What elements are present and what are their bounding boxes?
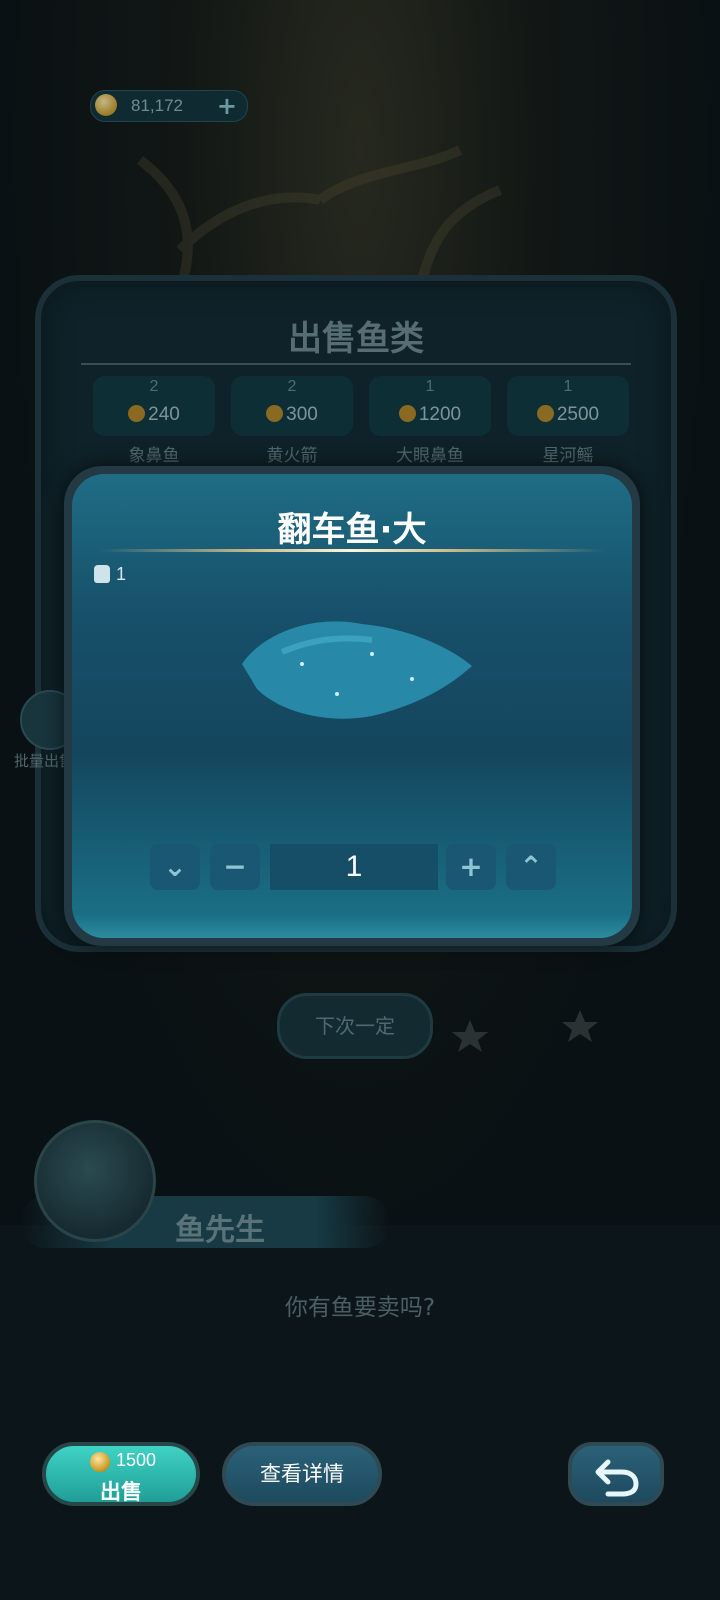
coin-icon bbox=[266, 405, 284, 422]
title-divider bbox=[100, 549, 604, 552]
fish-detail-modal: 翻车鱼·大 1 ⌄ − 1 + ⌃ bbox=[64, 466, 640, 946]
view-details-button[interactable]: 查看详情 bbox=[222, 1442, 382, 1506]
fish-price: 300 bbox=[286, 404, 318, 425]
dialogue-box bbox=[0, 1225, 720, 1600]
maybe-next-time-button[interactable]: 下次一定 bbox=[277, 993, 433, 1059]
back-button[interactable] bbox=[568, 1442, 664, 1506]
panel-title: 出售鱼类 bbox=[288, 319, 424, 359]
fish-name: 大眼鼻鱼 bbox=[396, 446, 464, 466]
sell-price: 1500 bbox=[116, 1450, 157, 1470]
fish-item[interactable]: 1 1200 bbox=[369, 376, 491, 436]
owned-count: 1 bbox=[94, 564, 126, 585]
sell-button[interactable]: 1500 出售 bbox=[42, 1442, 200, 1506]
fish-name: 象鼻鱼 bbox=[128, 446, 180, 466]
fish-price: 2500 bbox=[556, 404, 600, 425]
min-button[interactable]: ⌄ bbox=[150, 844, 200, 890]
max-button[interactable]: ⌃ bbox=[506, 844, 556, 890]
coin-icon bbox=[536, 405, 554, 422]
npc-avatar bbox=[34, 1120, 156, 1242]
quantity-value[interactable]: 1 bbox=[270, 844, 438, 890]
modal-body: 翻车鱼·大 1 ⌄ − 1 + ⌃ bbox=[72, 474, 632, 938]
plus-icon[interactable]: + bbox=[217, 92, 237, 120]
coin-icon bbox=[95, 94, 117, 116]
fish-count: 2 bbox=[287, 378, 297, 395]
fish-count: 1 bbox=[425, 378, 435, 395]
fish-item[interactable]: 1 2500 bbox=[507, 376, 629, 436]
coin-icon bbox=[398, 405, 416, 422]
sell-label: 出售 bbox=[100, 1480, 142, 1504]
minus-button[interactable]: − bbox=[210, 844, 260, 890]
modal-title: 翻车鱼·大 bbox=[277, 510, 427, 550]
fish-item[interactable]: 2 300 bbox=[231, 376, 353, 436]
fish-count: 2 bbox=[149, 378, 159, 395]
tree-silhouette bbox=[136, 145, 502, 290]
fish-name: 星河鳐 bbox=[542, 446, 594, 466]
coin-balance: 81,172 + bbox=[90, 90, 248, 122]
bag-icon bbox=[94, 565, 110, 583]
fish-item[interactable]: 2 240 bbox=[93, 376, 215, 436]
divider bbox=[81, 363, 631, 365]
quantity-stepper: ⌄ − 1 + ⌃ bbox=[150, 844, 558, 890]
fish-name: 黄火箭 bbox=[266, 446, 318, 466]
undo-arrow-icon bbox=[595, 1459, 639, 1497]
speaker-name: 鱼先生 bbox=[175, 1213, 265, 1248]
plus-button[interactable]: + bbox=[446, 844, 496, 890]
fish-price: 240 bbox=[148, 404, 180, 425]
dialogue-text: 你有鱼要卖吗? bbox=[284, 1295, 436, 1321]
sunfish-image bbox=[242, 621, 472, 719]
coin-icon bbox=[128, 405, 146, 422]
fish-count: 1 bbox=[563, 378, 573, 395]
coin-amount: 81,172 bbox=[131, 96, 183, 115]
fish-price: 1200 bbox=[418, 404, 462, 425]
coin-icon bbox=[90, 1452, 110, 1472]
decorative-stars bbox=[452, 1010, 598, 1052]
